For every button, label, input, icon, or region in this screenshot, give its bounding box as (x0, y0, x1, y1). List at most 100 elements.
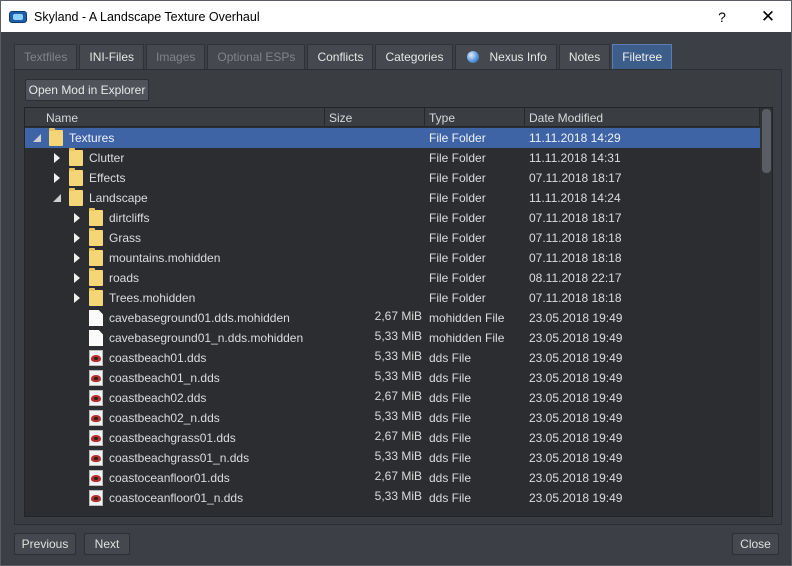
open-mod-in-explorer-button[interactable]: Open Mod in Explorer (25, 79, 149, 101)
row-name: roads (109, 271, 140, 285)
collapsed-arrow-icon[interactable] (74, 233, 80, 243)
tab-ini-files[interactable]: INI-Files (79, 44, 145, 69)
row-name: coastoceanfloor01.dds (109, 471, 230, 485)
tab-label: Categories (385, 50, 444, 64)
row-type: File Folder (429, 171, 486, 185)
tree-row[interactable]: coastoceanfloor01_n.dds 5,33 MiB dds File 2… (25, 488, 760, 508)
row-type: dds File (429, 431, 472, 445)
row-type: File Folder (429, 211, 486, 225)
row-name: cavebaseground01.dds.mohidden (109, 311, 290, 325)
tree-row[interactable]: coastbeachgrass01.dds 2,67 MiB dds File 23.… (25, 428, 760, 448)
tab-nexus-info[interactable]: Nexus Info (455, 44, 557, 69)
close-button[interactable]: Close (732, 533, 779, 555)
previous-button[interactable]: Previous (14, 533, 76, 555)
tab-images[interactable]: Images (146, 44, 206, 69)
tree-row[interactable]: cavebaseground01.dds.mohidden 2,67 MiB moh… (25, 308, 760, 328)
row-size (325, 248, 422, 268)
row-date-modified: 23.05.2018 19:49 (529, 311, 623, 325)
column-header-size[interactable]: Size (325, 108, 425, 127)
vertical-scrollbar[interactable] (760, 108, 772, 516)
row-type: mohidden File (429, 311, 505, 325)
column-header-type[interactable]: Type (425, 108, 525, 127)
tree-row[interactable]: Effects File Folder 07.11.2018 18:17 (25, 168, 760, 188)
tree-row[interactable]: coastbeach02_n.dds 5,33 MiB dds File 23.05.… (25, 408, 760, 428)
tree-row[interactable]: roads File Folder 08.11.2018 22:17 (25, 268, 760, 288)
row-date-modified: 11.11.2018 14:29 (529, 131, 621, 145)
folder-icon (69, 188, 83, 206)
close-window-button[interactable]: ✕ (745, 1, 791, 32)
tree-row[interactable]: Trees.mohidden File Folder 07.11.2018 18:1… (25, 288, 760, 308)
mod-info-dialog: Skyland - A Landscape Texture Overhaul ?… (0, 0, 792, 566)
tree-row[interactable]: Grass File Folder 07.11.2018 18:18 (25, 228, 760, 248)
column-header-date-modified[interactable]: Date Modified (525, 108, 760, 127)
file-icon (89, 310, 103, 326)
help-button[interactable]: ? (699, 1, 745, 32)
row-size (325, 148, 422, 168)
folder-icon (89, 248, 103, 266)
row-type: dds File (429, 391, 472, 405)
tree-row[interactable]: coastbeachgrass01_n.dds 5,33 MiB dds File 2… (25, 448, 760, 468)
tree-row[interactable]: Landscape File Folder 11.11.2018 14:24 (25, 188, 760, 208)
row-type: dds File (429, 351, 472, 365)
row-date-modified: 23.05.2018 19:49 (529, 371, 623, 385)
row-date-modified: 23.05.2018 19:49 (529, 331, 623, 345)
tree-row[interactable]: cavebaseground01_n.dds.mohidden 5,33 MiB m… (25, 328, 760, 348)
scrollbar-thumb[interactable] (762, 109, 771, 173)
collapsed-arrow-icon[interactable] (74, 253, 80, 263)
row-type: File Folder (429, 251, 486, 265)
image-file-icon (89, 350, 103, 366)
row-type: File Folder (429, 231, 486, 245)
tree-row[interactable]: coastoceanfloor01.dds 2,67 MiB dds File 23.… (25, 468, 760, 488)
row-size (325, 288, 422, 308)
row-name: dirtcliffs (109, 211, 150, 225)
tab-label: Optional ESPs (217, 50, 296, 64)
tree-row[interactable]: mountains.mohidden File Folder 07.11.2018 … (25, 248, 760, 268)
collapsed-arrow-icon[interactable] (54, 153, 60, 163)
tab-filetree[interactable]: Filetree (612, 44, 673, 69)
row-date-modified: 23.05.2018 19:49 (529, 451, 623, 465)
image-file-icon (89, 390, 103, 406)
globe-icon (467, 51, 480, 63)
tree-row[interactable]: coastbeach01.dds 5,33 MiB dds File 23.05.20… (25, 348, 760, 368)
collapsed-arrow-icon[interactable] (54, 173, 60, 183)
tree-rows: Textures File Folder 11.11.2018 14:29 Clutt… (25, 128, 760, 508)
row-name: coastbeach01.dds (109, 351, 207, 365)
tree-row[interactable]: coastbeach01_n.dds 5,33 MiB dds File 23.05.… (25, 368, 760, 388)
folder-icon (89, 208, 103, 226)
next-button[interactable]: Next (84, 533, 130, 555)
tab-textfiles[interactable]: Textfiles (14, 44, 78, 69)
collapsed-arrow-icon[interactable] (74, 213, 80, 223)
tree-row[interactable]: dirtcliffs File Folder 07.11.2018 18:17 (25, 208, 760, 228)
tree-row[interactable]: Textures File Folder 11.11.2018 14:29 (25, 128, 760, 148)
row-date-modified: 07.11.2018 18:18 (529, 231, 622, 245)
tab-notes[interactable]: Notes (558, 44, 611, 69)
row-size: 2,67 MiB (374, 469, 422, 483)
row-size: 2,67 MiB (374, 429, 422, 443)
row-size: 2,67 MiB (374, 389, 422, 403)
folder-icon (49, 128, 63, 146)
row-name: coastbeach01_n.dds (109, 371, 220, 385)
tree-row[interactable]: coastbeach02.dds 2,67 MiB dds File 23.05.20… (25, 388, 760, 408)
collapsed-arrow-icon[interactable] (74, 273, 80, 283)
file-tree-view[interactable]: Name Size Type Date Modified Textures Fil… (24, 107, 773, 517)
tab-optional-esps[interactable]: Optional ESPs (207, 44, 306, 69)
tab-conflicts[interactable]: Conflicts (307, 44, 374, 69)
tab-label: Textfiles (24, 50, 68, 64)
expanded-arrow-icon[interactable] (53, 194, 61, 202)
tab-label: Nexus Info (489, 50, 547, 64)
row-size (325, 128, 422, 148)
tree-header: Name Size Type Date Modified (25, 108, 760, 127)
row-name: Clutter (89, 151, 125, 165)
row-date-modified: 08.11.2018 22:17 (529, 271, 622, 285)
row-type: File Folder (429, 131, 486, 145)
row-type: mohidden File (429, 331, 505, 345)
tab-categories[interactable]: Categories (375, 44, 454, 69)
row-name: coastoceanfloor01_n.dds (109, 491, 244, 505)
row-name: cavebaseground01_n.dds.mohidden (109, 331, 304, 345)
row-name: coastbeachgrass01.dds (109, 431, 236, 445)
collapsed-arrow-icon[interactable] (74, 293, 80, 303)
image-file-icon (89, 370, 103, 386)
tree-row[interactable]: Clutter File Folder 11.11.2018 14:31 (25, 148, 760, 168)
expanded-arrow-icon[interactable] (33, 134, 41, 142)
column-header-name[interactable]: Name (25, 108, 325, 127)
